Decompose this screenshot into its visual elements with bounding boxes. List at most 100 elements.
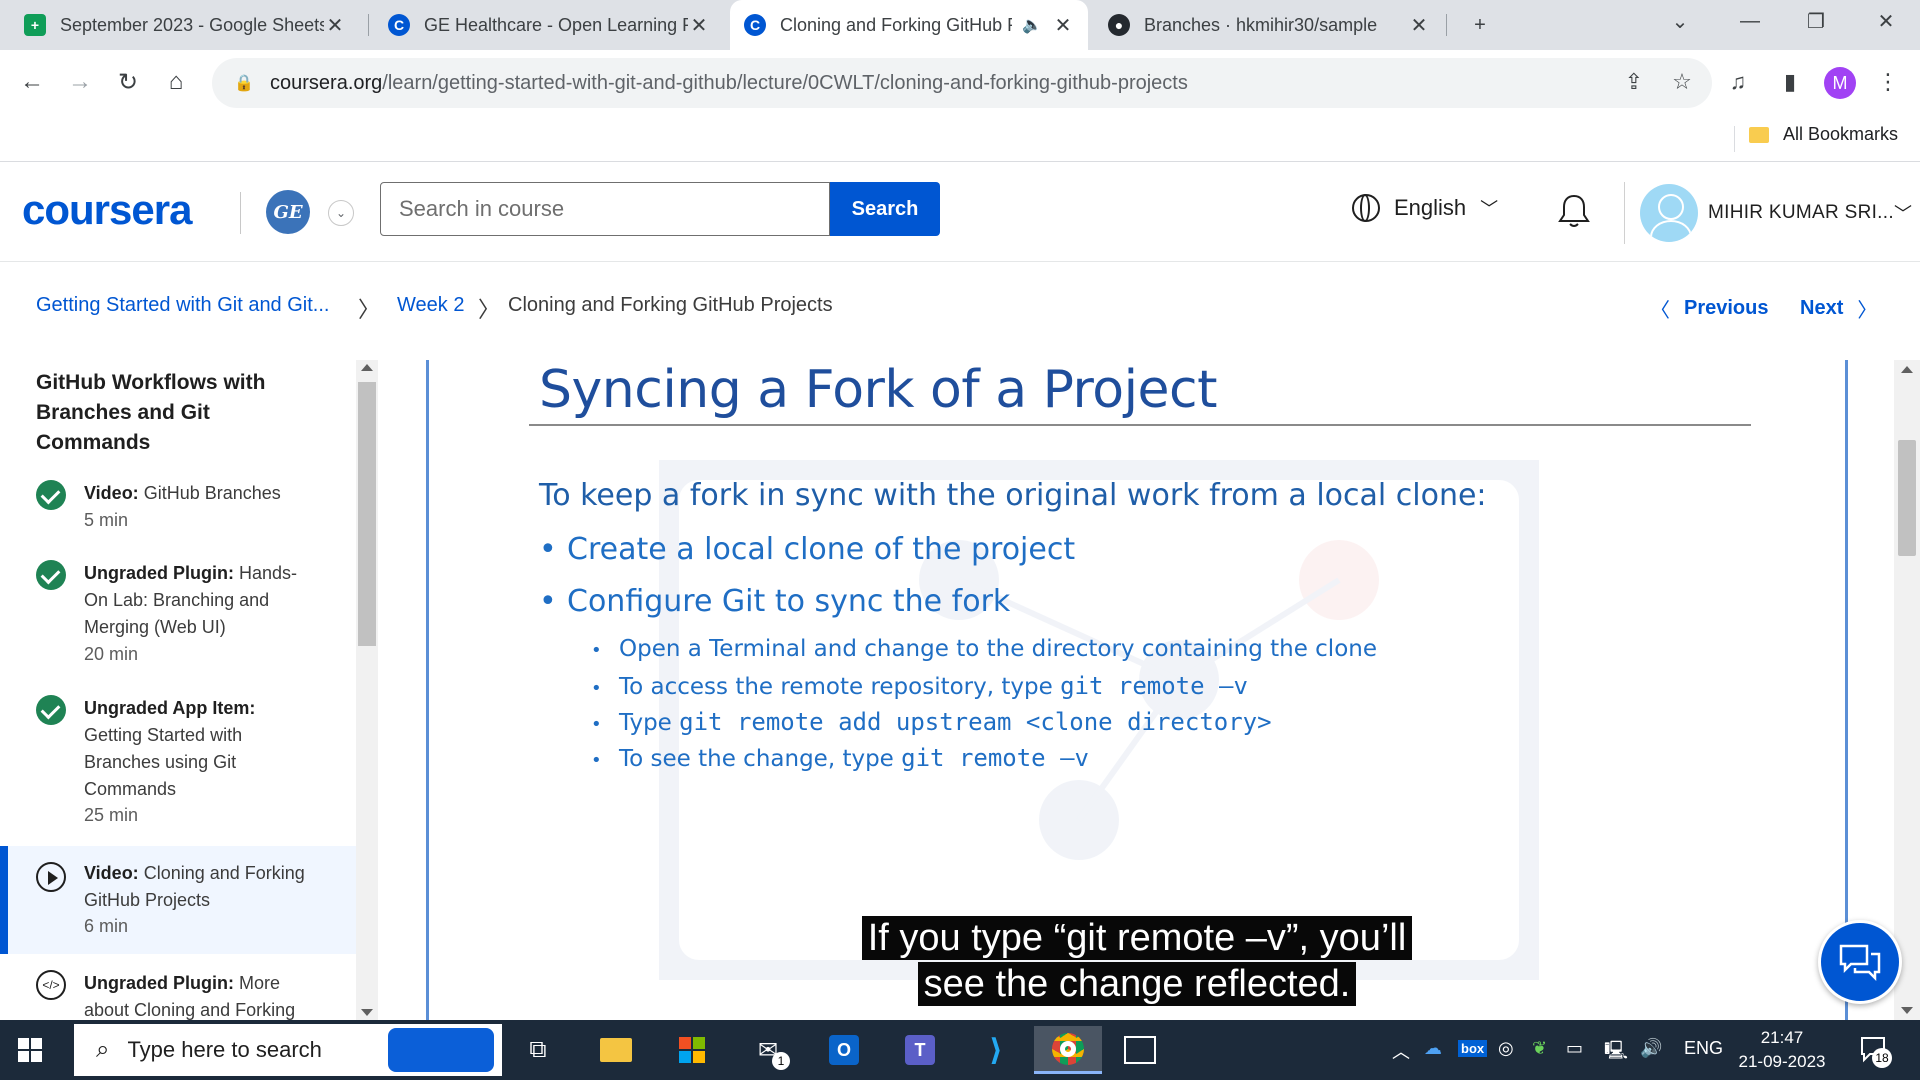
reload-button[interactable]: ↻ [110,64,146,100]
sub-bullet-text: To access the remote repository, type [619,674,1061,700]
address-bar[interactable]: 🔒 coursera.org/learn/getting-started-wit… [212,58,1712,108]
chevron-left-icon: 〈 [1650,300,1670,322]
tab-google-sheets[interactable]: + September 2023 - Google Sheets ✕ [10,0,360,50]
page-scrollbar[interactable] [1894,360,1920,1020]
box-icon[interactable]: box [1458,1040,1488,1057]
sidebar-item-more-cloning[interactable]: </> Ungraded Plugin: More about Cloning … [0,970,356,1020]
chevron-down-icon[interactable]: ⌄ [328,200,354,226]
profile-avatar[interactable]: M [1824,67,1856,99]
media-control-icon[interactable]: ♫ [1720,64,1756,100]
file-explorer-icon[interactable] [588,1026,644,1074]
chrome-menu-icon[interactable]: ⋮ [1870,64,1906,100]
tab-search-chevron-icon[interactable]: ⌄ [1650,0,1710,42]
video-caption: If you type “git remote –v”, you’ll see … [426,916,1848,1008]
coursera-logo[interactable]: coursera [22,186,192,234]
forward-button[interactable]: → [62,64,98,100]
url-domain: coursera.org [270,71,383,94]
ge-partner-logo[interactable]: GE [266,190,310,234]
scrollbar-thumb[interactable] [1898,440,1916,556]
url-text[interactable]: coursera.org/learn/getting-started-with-… [270,72,1188,95]
sidebar-item-hands-on-lab[interactable]: Ungraded Plugin: Hands-On Lab: Branching… [0,560,356,680]
tab-ge-healthcare[interactable]: C GE Healthcare - Open Learning Project … [374,0,724,50]
restore-button[interactable]: ❐ [1786,0,1846,42]
windows-start-icon[interactable] [18,1038,42,1062]
chevron-down-icon[interactable]: ﹀ [1894,200,1912,226]
language-selector[interactable]: English ﹀ [1352,194,1498,222]
window-close-button[interactable]: ✕ [1856,0,1916,42]
sidebar-item-git-commands-app[interactable]: Ungraded App Item: Getting Started with … [0,695,356,835]
scrollbar-thumb[interactable] [358,382,376,646]
next-label: Next [1800,297,1844,319]
course-search-input[interactable]: Search in course [380,182,830,236]
notifications-bell-icon[interactable] [1556,192,1592,230]
scroll-up-arrow-icon[interactable] [1901,366,1913,373]
sidebar-scrollbar[interactable] [356,360,378,1020]
close-icon[interactable]: ✕ [1052,13,1074,38]
new-tab-button[interactable]: + [1450,4,1510,46]
item-type: Ungraded App Item: [84,698,256,718]
show-hidden-icons-chevron[interactable]: ︿ [1392,1038,1410,1064]
bullet-text: Configure Git to sync the fork [567,584,1011,619]
tab-title: Cloning and Forking GitHub Projects [780,14,1012,35]
chrome-icon[interactable] [1034,1026,1102,1074]
scroll-up-arrow-icon[interactable] [361,364,373,371]
tab-cloning-forking[interactable]: C Cloning and Forking GitHub Projects 🔈 … [730,0,1088,50]
close-icon[interactable]: ✕ [1408,13,1430,38]
battery-icon[interactable]: ▭ [1566,1038,1583,1059]
item-duration: 5 min [84,510,129,530]
search-icon: ⌕ [96,1036,110,1063]
taskbar-search-box[interactable]: ⌕ Type here to search [74,1024,502,1076]
next-button[interactable]: Next 〉 [1800,294,1877,323]
chevron-right-icon: 〉 [358,297,381,322]
previous-button[interactable]: 〈 Previous [1650,294,1768,323]
sidebar-item-cloning-forking[interactable]: Video: Cloning and Forking GitHub Projec… [0,846,356,954]
notification-center-icon[interactable]: 18 [1858,1032,1892,1068]
chat-button[interactable] [1818,920,1902,1004]
scroll-down-arrow-icon[interactable] [1901,1007,1913,1014]
task-view-icon[interactable]: ⧉ [510,1026,566,1074]
tab-github-branches[interactable]: ● Branches · hkmihir30/sample ✕ [1094,0,1444,50]
sub-bullet-text: Open a Terminal and change to the direct… [619,636,1378,662]
item-type: Video: [84,863,139,883]
coursera-icon: C [744,14,766,36]
clock-date: 21-09-2023 [1738,1052,1826,1071]
sheets-icon: + [24,14,46,36]
language-label: English [1394,195,1467,220]
lock-icon[interactable]: 🔒 [234,73,258,93]
bookmark-star-icon[interactable]: ☆ [1664,64,1700,100]
breadcrumb-course[interactable]: Getting Started with Git and Git... [36,294,329,317]
system-clock[interactable]: 21:47 21-09-2023 [1734,1026,1830,1074]
all-bookmarks-label: All Bookmarks [1782,124,1898,144]
chat-bubble-icon [1839,944,1881,982]
microsoft-store-icon[interactable] [664,1026,720,1074]
home-button[interactable]: ⌂ [158,64,194,100]
user-avatar[interactable] [1640,184,1698,242]
scroll-down-arrow-icon[interactable] [361,1009,373,1016]
teams-icon[interactable]: T [892,1026,948,1074]
close-icon[interactable]: ✕ [324,13,346,38]
share-icon[interactable]: ⇪ [1616,64,1652,100]
audio-playing-icon[interactable]: 🔈 [1022,15,1042,35]
mail-icon[interactable]: ✉ 1 [740,1026,796,1074]
green-app-tray-icon[interactable]: ❦ [1532,1038,1547,1059]
minimize-button[interactable]: — [1720,0,1780,42]
ge-tray-icon[interactable]: ◎ [1498,1038,1514,1059]
all-bookmarks[interactable]: All Bookmarks [1748,124,1898,145]
close-icon[interactable]: ✕ [688,13,710,38]
globe-icon [1352,194,1380,222]
search-button[interactable]: Search [830,182,940,236]
slide-sub-bullet: • Open a Terminal and change to the direc… [591,636,1378,662]
input-language[interactable]: ENG [1684,1038,1723,1059]
side-panel-icon[interactable]: ▮ [1772,64,1808,100]
network-icon[interactable]: 🖳 [1604,1038,1628,1068]
onedrive-icon[interactable]: ☁ [1424,1038,1442,1059]
photos-icon[interactable] [1112,1026,1168,1074]
breadcrumb-week[interactable]: Week 2 [397,294,464,317]
vscode-icon[interactable]: ⟩ [968,1026,1024,1074]
outlook-icon[interactable]: O [816,1026,872,1074]
volume-icon[interactable]: 🔊 [1640,1038,1662,1059]
back-button[interactable]: ← [14,64,50,100]
user-name[interactable]: MIHIR KUMAR SRI... [1708,202,1894,224]
sidebar-item-github-branches[interactable]: Video: GitHub Branches 5 min [0,480,356,550]
slide-bullet: • Configure Git to sync the fork [539,584,1011,619]
